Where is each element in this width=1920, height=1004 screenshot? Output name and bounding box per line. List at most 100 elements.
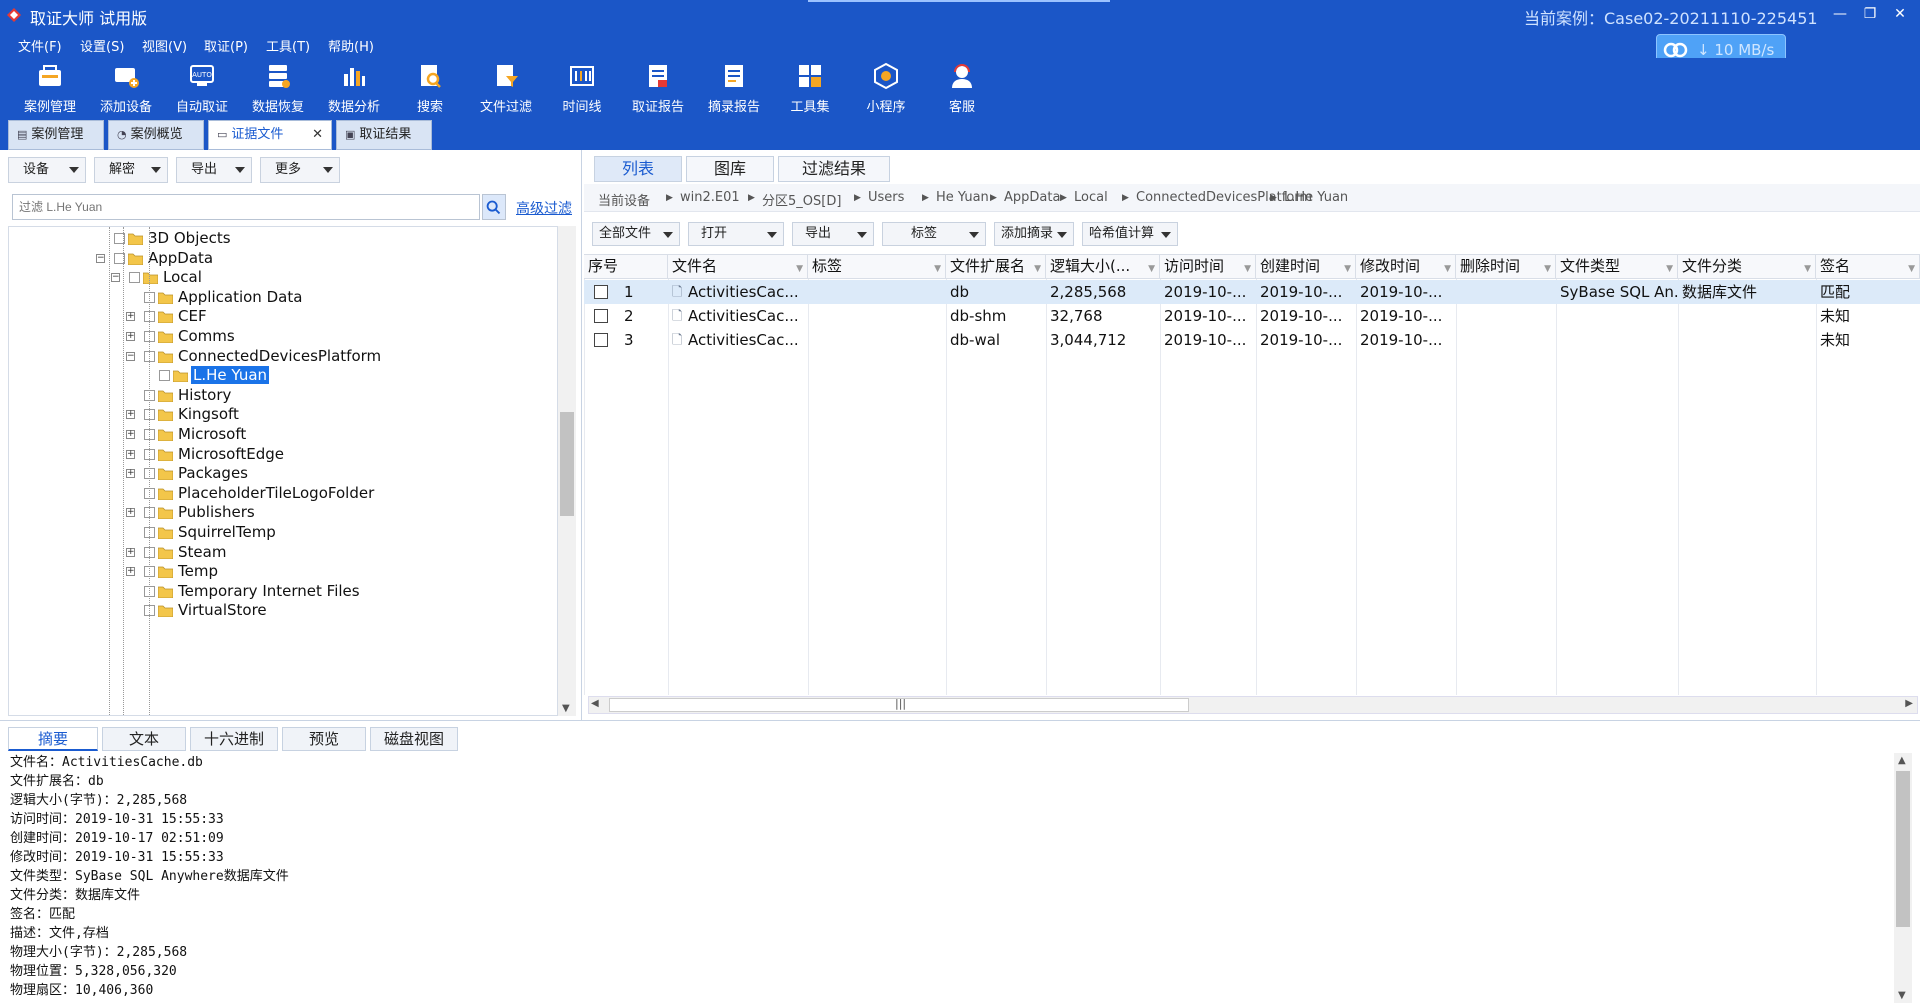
menu-settings[interactable]: 设置(S) — [80, 36, 124, 55]
device-dropdown[interactable]: 设备 — [8, 157, 86, 183]
filter-icon[interactable]: ▼ — [934, 258, 941, 281]
details-scrollbar[interactable]: ▲ ▼ — [1894, 753, 1912, 1003]
export-button[interactable]: 导出 — [792, 222, 874, 246]
tab-summary[interactable]: 摘要 — [8, 727, 98, 751]
menu-view[interactable]: 视图(V) — [142, 36, 187, 55]
column-header[interactable]: 文件类型 ▼ — [1556, 255, 1678, 279]
column-header[interactable]: 标签 ▼ — [808, 255, 946, 279]
tab-text[interactable]: 文本 — [102, 727, 186, 751]
tab-filter-results[interactable]: 过滤结果 — [778, 156, 890, 182]
scroll-down-icon[interactable]: ▼ — [562, 703, 570, 714]
toolbar-case-manage[interactable]: 案例管理 — [14, 58, 86, 118]
toolbar-timeline[interactable]: 时间线 — [546, 58, 618, 118]
tree-checkbox[interactable] — [159, 370, 170, 382]
scrollbar-thumb[interactable] — [1896, 771, 1910, 927]
tab-disk-view[interactable]: 磁盘视图 — [370, 727, 458, 751]
tab-close-icon[interactable]: ✕ — [312, 121, 323, 149]
tab-preview[interactable]: 预览 — [282, 727, 366, 751]
export-dropdown[interactable]: 导出 — [176, 157, 252, 183]
tab-gallery[interactable]: 图库 — [686, 156, 774, 182]
menu-help[interactable]: 帮助(H) — [328, 36, 374, 55]
column-header[interactable]: 签名 ▼ — [1816, 255, 1920, 279]
tab-list[interactable]: 列表 — [594, 156, 682, 182]
breadcrumb-item[interactable]: Local — [1074, 190, 1108, 205]
toolbar-search[interactable]: 搜索 — [394, 58, 466, 118]
decrypt-dropdown[interactable]: 解密 — [94, 157, 168, 183]
toolbar-file-filter[interactable]: 文件过滤 — [470, 58, 542, 118]
toolbar-support[interactable]: 客服 — [926, 58, 998, 118]
toolbar-auto-forensics[interactable]: AUTO 自动取证 — [166, 58, 238, 118]
collapse-icon[interactable]: − — [126, 351, 135, 361]
advanced-filter-link[interactable]: 高级过滤 — [516, 198, 572, 218]
tree-filter-input[interactable] — [12, 194, 480, 220]
restore-button[interactable]: ❐ — [1860, 4, 1880, 24]
breadcrumb-item[interactable]: AppData — [1004, 190, 1060, 205]
column-header[interactable]: 文件名 ▼ — [668, 255, 808, 279]
breadcrumb-item[interactable]: 分区5_OS[D] — [762, 190, 841, 209]
add-excerpt-button[interactable]: 添加摘录 — [994, 222, 1074, 246]
toolbar-data-analysis[interactable]: 数据分析 — [318, 58, 390, 118]
table-hscrollbar[interactable]: ◀ ||| ▶ — [588, 696, 1918, 714]
scrollbar-thumb[interactable] — [560, 412, 574, 516]
expand-icon[interactable]: + — [126, 547, 135, 557]
scroll-down-icon[interactable]: ▼ — [1898, 990, 1906, 1001]
menu-tools[interactable]: 工具(T) — [266, 36, 310, 55]
filter-search-button[interactable] — [482, 194, 506, 220]
tag-button[interactable]: 标签 — [882, 222, 986, 246]
filter-icon[interactable]: ▼ — [1908, 258, 1915, 281]
hash-calc-button[interactable]: 哈希值计算 — [1082, 222, 1178, 246]
close-button[interactable]: ✕ — [1890, 4, 1910, 24]
scroll-up-icon[interactable]: ▲ — [1898, 755, 1906, 766]
tab-evidence-files[interactable]: ▭ 证据文件 ✕ — [208, 120, 332, 150]
tab-case-manage[interactable]: ▤ 案例管理 — [8, 120, 104, 150]
toolbar-mini-program[interactable]: 小程序 — [850, 58, 922, 118]
expand-icon[interactable]: + — [126, 469, 135, 479]
filter-icon[interactable]: ▼ — [1544, 258, 1551, 281]
column-header[interactable]: 删除时间 ▼ — [1456, 255, 1556, 279]
row-checkbox[interactable] — [594, 333, 608, 347]
menu-file[interactable]: 文件(F) — [18, 36, 62, 55]
expand-icon[interactable]: + — [126, 567, 135, 577]
collapse-icon[interactable]: − — [111, 273, 120, 283]
filter-icon[interactable]: ▼ — [1244, 258, 1251, 281]
breadcrumb-item[interactable]: He Yuan — [936, 190, 989, 205]
expand-icon[interactable]: + — [126, 430, 135, 439]
breadcrumb-item[interactable]: L.He Yuan — [1284, 190, 1348, 205]
filter-icon[interactable]: ▼ — [1444, 258, 1451, 281]
column-header[interactable]: 文件分类 ▼ — [1678, 255, 1816, 279]
filter-icon[interactable]: ▼ — [1148, 258, 1155, 281]
filter-icon[interactable]: ▼ — [1034, 258, 1041, 281]
more-dropdown[interactable]: 更多 — [260, 157, 340, 183]
expand-icon[interactable]: + — [126, 508, 135, 518]
filter-icon[interactable]: ▼ — [1344, 258, 1351, 281]
column-header[interactable]: 修改时间 ▼ — [1356, 255, 1456, 279]
expand-icon[interactable]: + — [126, 410, 135, 420]
toolbar-add-device[interactable]: 添加设备 — [90, 58, 162, 118]
all-files-dropdown[interactable]: 全部文件 — [592, 222, 680, 246]
toolbar-data-recovery[interactable]: 数据恢复 — [242, 58, 314, 118]
breadcrumb-item[interactable]: Users — [868, 190, 904, 205]
column-header[interactable]: 文件扩展名 ▼ — [946, 255, 1046, 279]
toolbar-toolkit[interactable]: 工具集 — [774, 58, 846, 118]
breadcrumb-item[interactable]: 当前设备 — [598, 190, 650, 209]
breadcrumb-item[interactable]: win2.E01 — [680, 190, 740, 205]
filter-icon[interactable]: ▼ — [1804, 258, 1811, 281]
open-button[interactable]: 打开 — [688, 222, 784, 246]
toolbar-report[interactable]: 取证报告 — [622, 58, 694, 118]
menu-forensics[interactable]: 取证(P) — [204, 36, 248, 55]
tab-hex[interactable]: 十六进制 — [190, 727, 278, 751]
scroll-right-icon[interactable]: ▶ — [1905, 698, 1913, 709]
toolbar-excerpt-report[interactable]: 摘录报告 — [698, 58, 770, 118]
minimize-button[interactable]: — — [1830, 4, 1850, 24]
column-header[interactable]: 创建时间 ▼ — [1256, 255, 1356, 279]
tree-checkbox[interactable] — [129, 272, 140, 284]
expand-icon[interactable]: + — [126, 312, 135, 322]
tab-forensic-results[interactable]: ▣ 取证结果 — [336, 120, 432, 150]
column-header[interactable]: 访问时间 ▼ — [1160, 255, 1256, 279]
scroll-left-icon[interactable]: ◀ — [591, 698, 599, 709]
tab-case-overview[interactable]: ◔ 案例概览 — [108, 120, 204, 150]
tree-scrollbar[interactable]: ▼ — [558, 226, 576, 716]
column-header[interactable]: 逻辑大小(... ▼ — [1046, 255, 1160, 279]
filter-icon[interactable]: ▼ — [796, 258, 803, 281]
column-header[interactable]: 序号 — [584, 255, 668, 279]
